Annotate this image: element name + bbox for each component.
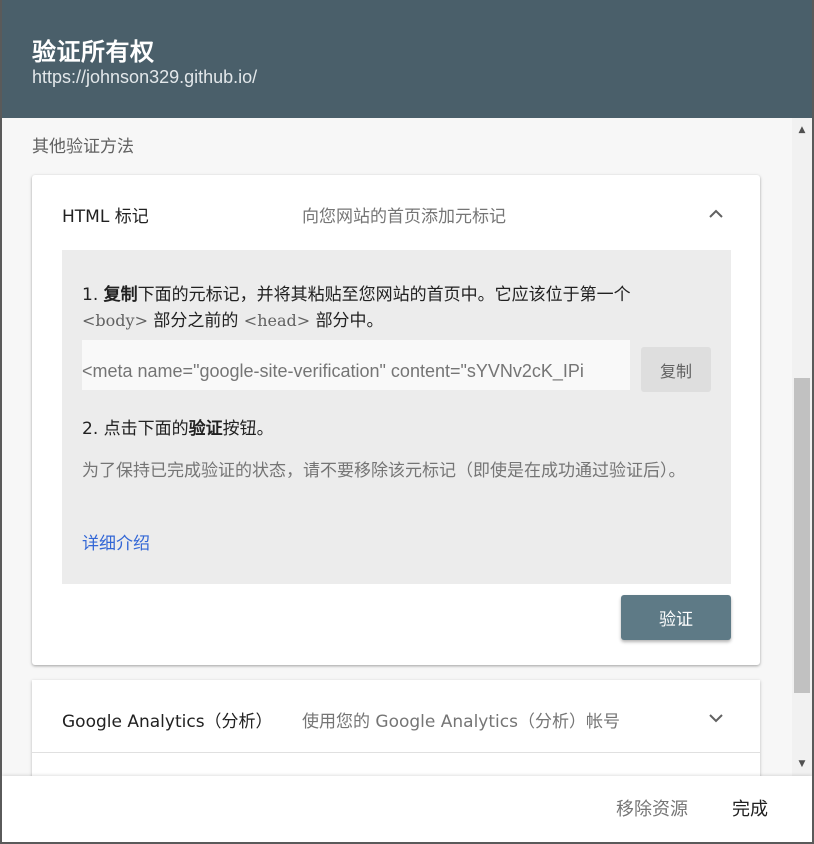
remove-property-button[interactable]: 移除资源 [608, 788, 696, 828]
head-tag-label: <head> [243, 311, 311, 330]
html-tag-method-card: HTML 标记 向您网站的首页添加元标记 1. 复制下面的元标记，并将其粘贴至您… [32, 175, 760, 665]
html-tag-instructions-panel: 1. 复制下面的元标记，并将其粘贴至您网站的首页中。它应该位于第一个 <body… [62, 250, 731, 584]
meta-tag-field-container [82, 340, 630, 390]
meta-tag-field[interactable] [82, 356, 630, 386]
step-1-bold: 复制 [103, 285, 138, 305]
scroll-down-arrow-icon[interactable]: ▼ [792, 754, 812, 774]
analytics-card-description: 使用您的 Google Analytics（分析）帐号 [302, 712, 620, 732]
dialog-footer: 移除资源 完成 [2, 776, 812, 842]
step-1-text-b: 部分之前的 [153, 311, 239, 331]
chevron-down-icon[interactable] [702, 704, 730, 732]
step-1-text-a: 下面的元标记，并将其粘贴至您网站的首页中。它应该位于第一个 [137, 285, 631, 305]
body-tag-label: <body> [82, 311, 148, 330]
keep-tag-hint: 为了保持已完成验证的状态，请不要移除该元标记（即使是在成功通过验证后）。 [82, 461, 686, 481]
dialog-header: 验证所有权 https://johnson329.github.io/ [2, 0, 812, 118]
copy-button[interactable]: 复制 [641, 347, 711, 392]
step-1-instruction: 1. 复制下面的元标记，并将其粘贴至您网站的首页中。它应该位于第一个 <body… [82, 282, 712, 334]
card-divider [32, 752, 760, 753]
section-label: 其他验证方法 [32, 137, 134, 157]
html-tag-card-header[interactable]: HTML 标记 向您网站的首页添加元标记 [32, 175, 760, 249]
learn-more-link[interactable]: 详细介绍 [82, 529, 150, 554]
step-2-suffix: 按钮。 [222, 419, 274, 439]
step-2-instruction: 2. 点击下面的验证按钮。 [82, 414, 274, 439]
step-1-text-c: 部分中。 [315, 311, 384, 331]
html-tag-card-description: 向您网站的首页添加元标记 [302, 207, 506, 227]
verify-ownership-dialog: 验证所有权 https://johnson329.github.io/ 其他验证… [2, 0, 812, 842]
step-2-prefix: 2. 点击下面的 [82, 419, 189, 439]
html-tag-card-title: HTML 标记 [62, 207, 149, 227]
analytics-card-title: Google Analytics（分析） [62, 712, 273, 732]
step-2-bold: 验证 [188, 419, 223, 439]
verify-button[interactable]: 验证 [621, 595, 731, 640]
property-url: https://johnson329.github.io/ [32, 67, 258, 87]
done-button[interactable]: 完成 [724, 788, 776, 828]
dialog-content: 其他验证方法 HTML 标记 向您网站的首页添加元标记 1. 复制下面的元标记，… [2, 118, 792, 776]
content-scrollbar[interactable]: ▲ ▼ [792, 118, 812, 776]
scroll-up-arrow-icon[interactable]: ▲ [792, 120, 812, 140]
step-1-number: 1. [82, 285, 104, 305]
google-analytics-method-card[interactable]: Google Analytics（分析） 使用您的 Google Analyti… [32, 680, 760, 776]
scroll-thumb[interactable] [794, 378, 810, 693]
dialog-title: 验证所有权 [32, 38, 155, 66]
chevron-up-icon[interactable] [702, 199, 730, 227]
